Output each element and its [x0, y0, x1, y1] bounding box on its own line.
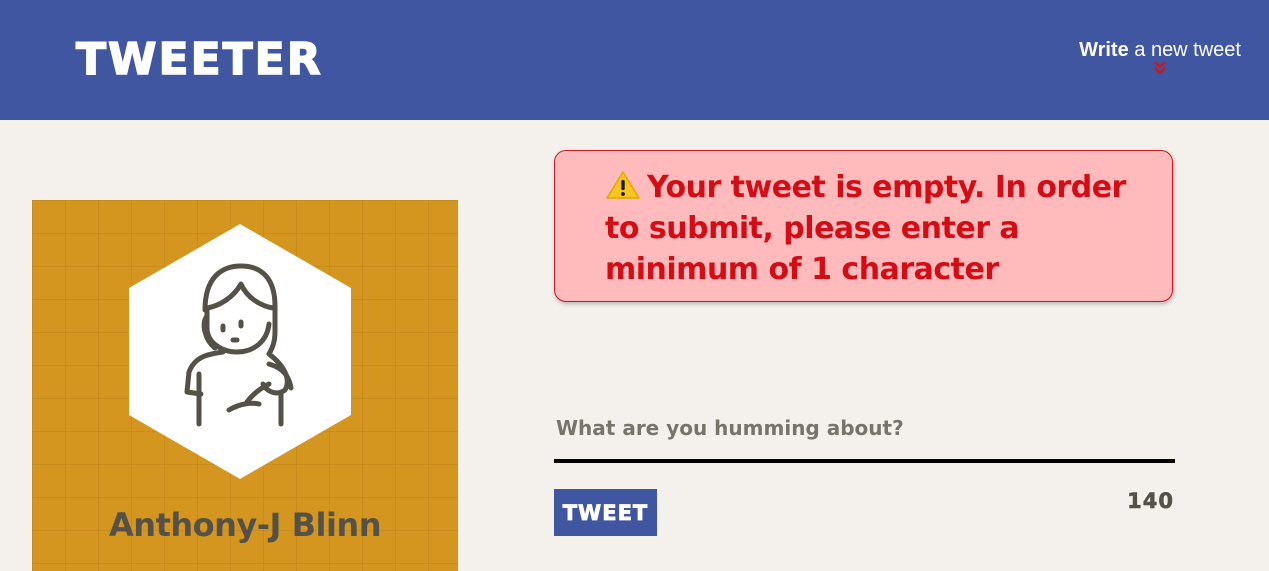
profile-name: Anthony-J Blinn: [109, 506, 381, 544]
woman-avatar-icon: [129, 224, 351, 479]
compose-label-rest: a new tweet: [1128, 39, 1241, 61]
profile-card: Anthony-J Blinn: [32, 200, 458, 571]
double-chevron-down-icon: [1154, 61, 1166, 75]
character-counter: 140: [1127, 489, 1174, 514]
write-new-tweet-button[interactable]: Write a new tweet: [1079, 38, 1241, 76]
compose-label: Write a new tweet: [1079, 39, 1241, 61]
error-message-box: Your tweet is empty. In order to submit,…: [554, 150, 1173, 302]
error-message-content: Your tweet is empty. In order to submit,…: [605, 167, 1165, 290]
brand-logo[interactable]: TWEETER: [75, 33, 323, 86]
top-nav: TWEETER Write a new tweet: [0, 0, 1269, 120]
tweet-submit-button[interactable]: TWEET: [554, 489, 657, 536]
compose-label-bold: Write: [1079, 39, 1129, 61]
error-message-text: Your tweet is empty. In order to submit,…: [605, 170, 1126, 287]
warning-icon: [606, 171, 640, 199]
input-underline: [554, 459, 1175, 463]
tweet-text-input[interactable]: [554, 412, 1175, 456]
